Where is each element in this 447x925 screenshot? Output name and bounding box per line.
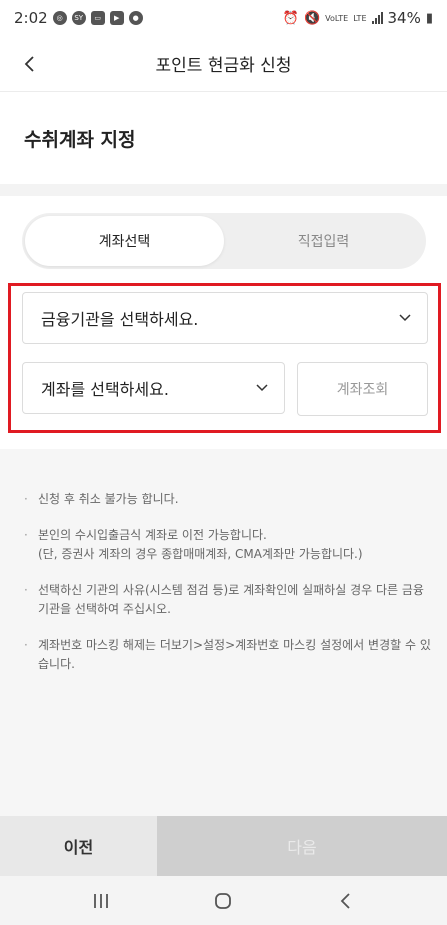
alarm-icon: ⏰ — [282, 10, 299, 26]
notice-text: 계좌번호 마스킹 해제는 더보기>설정>계좌번호 마스킹 설정에서 변경할 수 … — [38, 638, 431, 671]
notice-item: · 선택하신 기관의 사유(시스템 점검 등)로 계좌확인에 실패하실 경우 다… — [22, 581, 432, 619]
bank-select-placeholder: 금융기관을 선택하세요. — [41, 310, 199, 329]
account-select-placeholder: 계좌를 선택하세요. — [41, 380, 169, 399]
status-left: 2:02 ◎ SY ▭ ▶ ● — [14, 9, 143, 27]
target-notification-icon: ◎ — [52, 11, 67, 25]
section-header: 수취계좌 지정 — [0, 92, 447, 184]
app-header: 포인트 현금화 신청 — [0, 36, 447, 92]
home-icon — [215, 892, 232, 909]
mute-icon: 🔇 — [303, 10, 321, 26]
recent-apps-icon — [94, 893, 109, 908]
status-time: 2:02 — [14, 9, 48, 27]
message-notification-icon: ▭ — [90, 11, 105, 25]
account-lookup-button[interactable]: 계좌조회 — [297, 362, 428, 416]
volte-icon: VoLTE — [325, 13, 349, 23]
bottom-action-bar: 이전 다음 — [0, 816, 447, 876]
section-title: 수취계좌 지정 — [24, 128, 136, 151]
tab-account-select[interactable]: 계좌선택 — [25, 216, 224, 266]
battery-percent: 34% — [387, 9, 421, 27]
page-title: 포인트 현금화 신청 — [155, 56, 292, 76]
network-type: LTE — [353, 13, 367, 23]
location-notification-icon: ● — [128, 11, 143, 25]
tab-direct-input[interactable]: 직접입력 — [224, 216, 423, 266]
prev-button[interactable]: 이전 — [0, 816, 157, 876]
notice-subtext: (단, 증권사 계좌의 경우 종합매매계좌, CMA계좌만 가능합니다.) — [38, 547, 363, 561]
bank-select[interactable]: 금융기관을 선택하세요. — [22, 292, 428, 344]
next-button[interactable]: 다음 — [157, 816, 447, 876]
section-divider — [0, 184, 447, 196]
system-back-button[interactable] — [326, 881, 366, 921]
recent-apps-button[interactable] — [81, 881, 121, 921]
chevron-down-icon — [399, 314, 411, 322]
notice-item: · 계좌번호 마스킹 해제는 더보기>설정>계좌번호 마스킹 설정에서 변경할 … — [22, 636, 432, 674]
chevron-left-icon — [24, 56, 34, 72]
system-nav-bar — [0, 876, 447, 925]
battery-icon: ▮ — [425, 10, 433, 26]
notice-item: · 본인의 수시입출금식 계좌로 이전 가능합니다. (단, 증권사 계좌의 경… — [22, 526, 432, 564]
notice-text: 선택하신 기관의 사유(시스템 점검 등)로 계좌확인에 실패하실 경우 다른 … — [38, 583, 424, 616]
back-arrow-icon — [340, 892, 350, 909]
back-button[interactable] — [14, 48, 46, 80]
youtube-notification-icon: ▶ — [109, 11, 124, 25]
home-button[interactable] — [203, 881, 243, 921]
status-bar: 2:02 ◎ SY ▭ ▶ ● ⏰ 🔇 VoLTE LTE 34% ▮ — [0, 0, 447, 36]
bullet: · — [24, 583, 28, 597]
notice-list: · 신청 후 취소 불가능 합니다. · 본인의 수시입출금식 계좌로 이전 가… — [22, 490, 432, 691]
notice-item: · 신청 후 취소 불가능 합니다. — [22, 490, 432, 509]
status-right: ⏰ 🔇 VoLTE LTE 34% ▮ — [283, 9, 433, 27]
notice-text: 본인의 수시입출금식 계좌로 이전 가능합니다. — [38, 528, 267, 542]
bullet: · — [24, 492, 28, 506]
account-select[interactable]: 계좌를 선택하세요. — [22, 362, 285, 414]
bullet: · — [24, 638, 28, 652]
chevron-down-icon — [256, 384, 268, 392]
signal-icon — [371, 12, 383, 24]
account-mode-toggle: 계좌선택 직접입력 — [22, 213, 426, 269]
app-notification-icon: SY — [71, 11, 86, 25]
bullet: · — [24, 528, 28, 542]
notice-text: 신청 후 취소 불가능 합니다. — [38, 492, 179, 506]
